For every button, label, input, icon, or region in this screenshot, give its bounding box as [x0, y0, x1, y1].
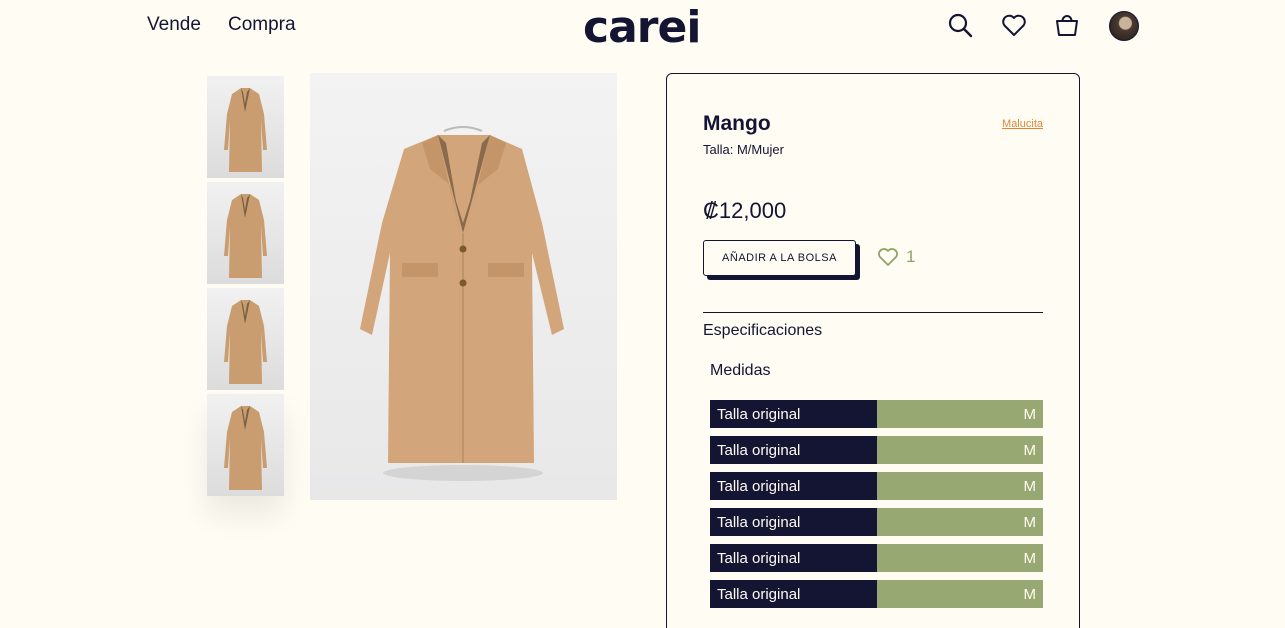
measure-value: M: [877, 508, 1043, 536]
seller-link[interactable]: Malucita: [1002, 118, 1043, 130]
logo[interactable]: carei: [583, 2, 701, 53]
measure-value: M: [877, 544, 1043, 572]
product-price: ₡12,000: [703, 198, 787, 223]
product-panel: Mango Malucita Talla: M/Mujer ₡12,000 AÑ…: [666, 73, 1080, 628]
divider: [703, 312, 1043, 313]
measure-label: Talla original: [710, 472, 877, 500]
thumbnail[interactable]: [207, 288, 284, 390]
specifications-heading: Especificaciones: [703, 322, 823, 339]
site-header: Vende Compra carei: [0, 0, 1285, 53]
heart-icon: [878, 248, 898, 266]
avatar[interactable]: [1109, 11, 1139, 41]
measure-label: Talla original: [710, 400, 877, 428]
like-button[interactable]: 1: [877, 247, 915, 267]
like-count: 1: [906, 247, 916, 266]
nav-vende[interactable]: Vende: [147, 14, 201, 36]
measure-value: M: [877, 472, 1043, 500]
heart-icon[interactable]: [1000, 11, 1028, 39]
coat-image: [360, 126, 564, 481]
measure-row: Talla original M: [710, 436, 1043, 464]
measure-label: Talla original: [710, 508, 877, 536]
measure-row: Talla original M: [710, 544, 1043, 572]
thumbnail[interactable]: [207, 182, 284, 284]
measure-label: Talla original: [710, 544, 877, 572]
measure-row: Talla original M: [710, 508, 1043, 536]
product-size: Talla: M/Mujer: [703, 142, 784, 157]
measure-row: Talla original M: [710, 580, 1043, 608]
measure-value: M: [877, 400, 1043, 428]
measure-row: Talla original M: [710, 400, 1043, 428]
bag-icon[interactable]: [1053, 11, 1081, 39]
thumbnail[interactable]: [207, 394, 284, 496]
main-product-image[interactable]: [310, 73, 617, 500]
thumbnail-list: [207, 76, 284, 500]
measures-heading: Medidas: [710, 362, 771, 379]
measure-label: Talla original: [710, 436, 877, 464]
measure-value: M: [877, 580, 1043, 608]
measure-row: Talla original M: [710, 472, 1043, 500]
product-brand: Mango: [703, 112, 771, 135]
nav-compra[interactable]: Compra: [228, 14, 296, 36]
add-to-bag-button[interactable]: AÑADIR A LA BOLSA: [703, 240, 856, 276]
search-icon[interactable]: [946, 11, 974, 39]
measure-value: M: [877, 436, 1043, 464]
measures-table: Talla original M Talla original M Talla …: [710, 400, 1043, 616]
thumbnail[interactable]: [207, 76, 284, 178]
measure-label: Talla original: [710, 580, 877, 608]
